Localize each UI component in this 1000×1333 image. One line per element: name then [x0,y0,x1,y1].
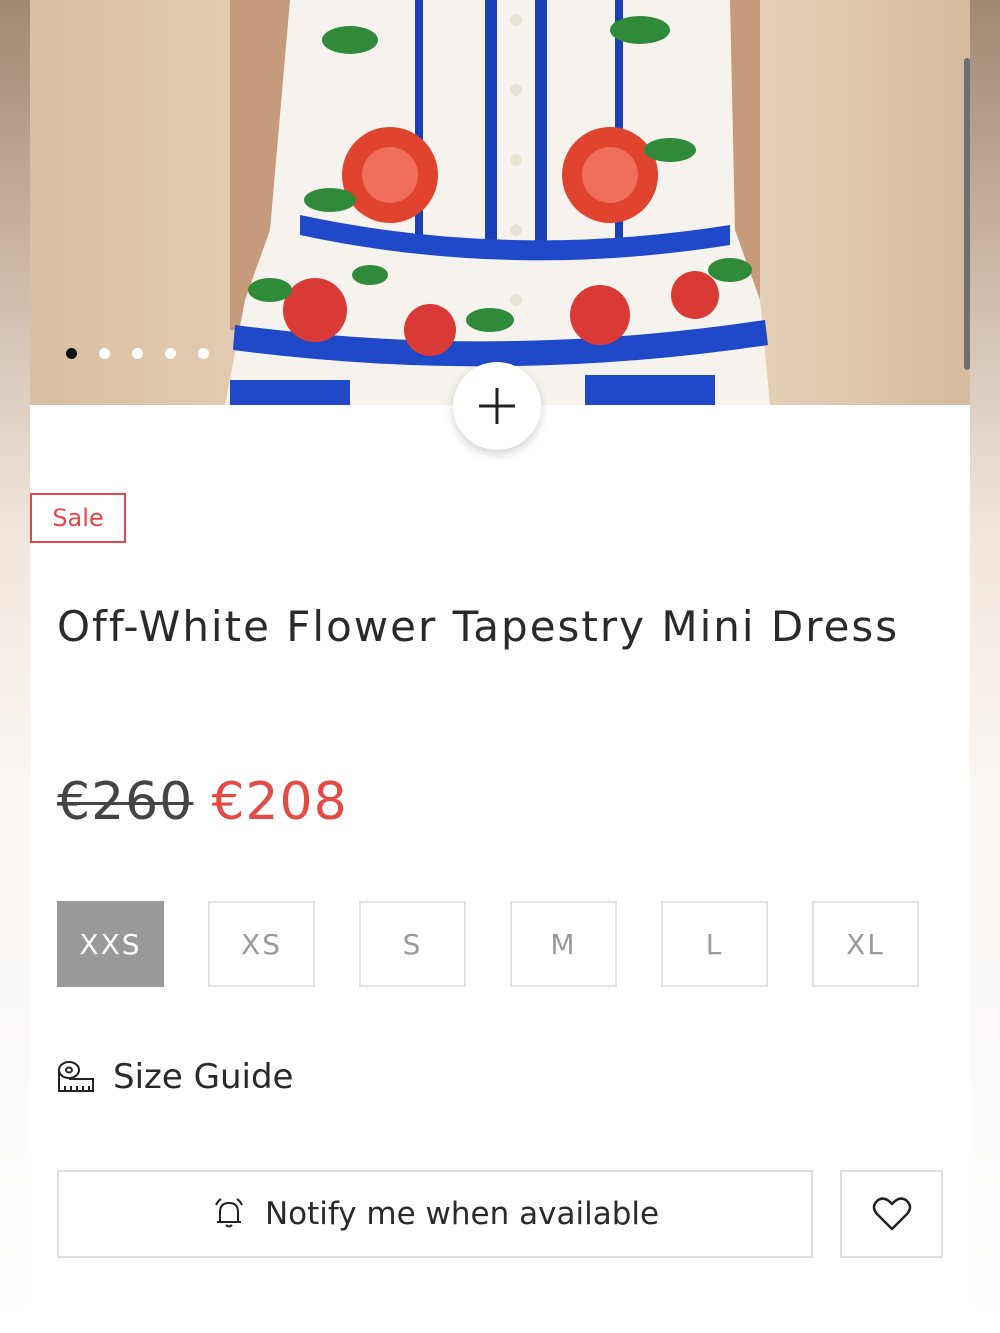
size-option-s[interactable]: S [359,901,466,987]
product-card: Sale Off-White Flower Tapestry Mini Dres… [30,0,970,1333]
product-title: Off-White Flower Tapestry Mini Dress [57,602,900,651]
size-option-xl[interactable]: XL [812,901,919,987]
plus-icon [479,388,515,424]
carousel-dot[interactable] [99,348,110,359]
price-block: €260 €208 [57,772,348,832]
carousel-dot[interactable] [66,348,77,359]
size-guide-link[interactable]: Size Guide [57,1057,293,1097]
bell-icon [215,1198,243,1228]
sale-badge: Sale [30,493,126,543]
sale-price: €208 [211,772,348,832]
measuring-tape-icon [58,1061,94,1092]
notify-button[interactable]: Notify me when available [57,1170,813,1258]
size-option-l[interactable]: L [661,901,768,987]
wishlist-button[interactable] [840,1170,943,1258]
dress-illustration [225,0,770,405]
size-option-xxs[interactable]: XXS [57,901,164,987]
carousel-dot[interactable] [198,348,209,359]
carousel-dot[interactable] [132,348,143,359]
size-option-m[interactable]: M [510,901,617,987]
notify-label: Notify me when available [264,1196,660,1232]
size-guide-label: Size Guide [113,1057,294,1097]
size-selector: XXS XS S M L XL [57,901,919,987]
original-price: €260 [57,772,194,832]
size-option-xs[interactable]: XS [208,901,315,987]
product-image[interactable] [30,0,970,405]
scrollbar[interactable] [964,58,970,370]
heart-icon [872,1197,911,1231]
zoom-button[interactable] [453,362,541,450]
image-carousel-dots [66,348,209,359]
carousel-dot[interactable] [165,348,176,359]
